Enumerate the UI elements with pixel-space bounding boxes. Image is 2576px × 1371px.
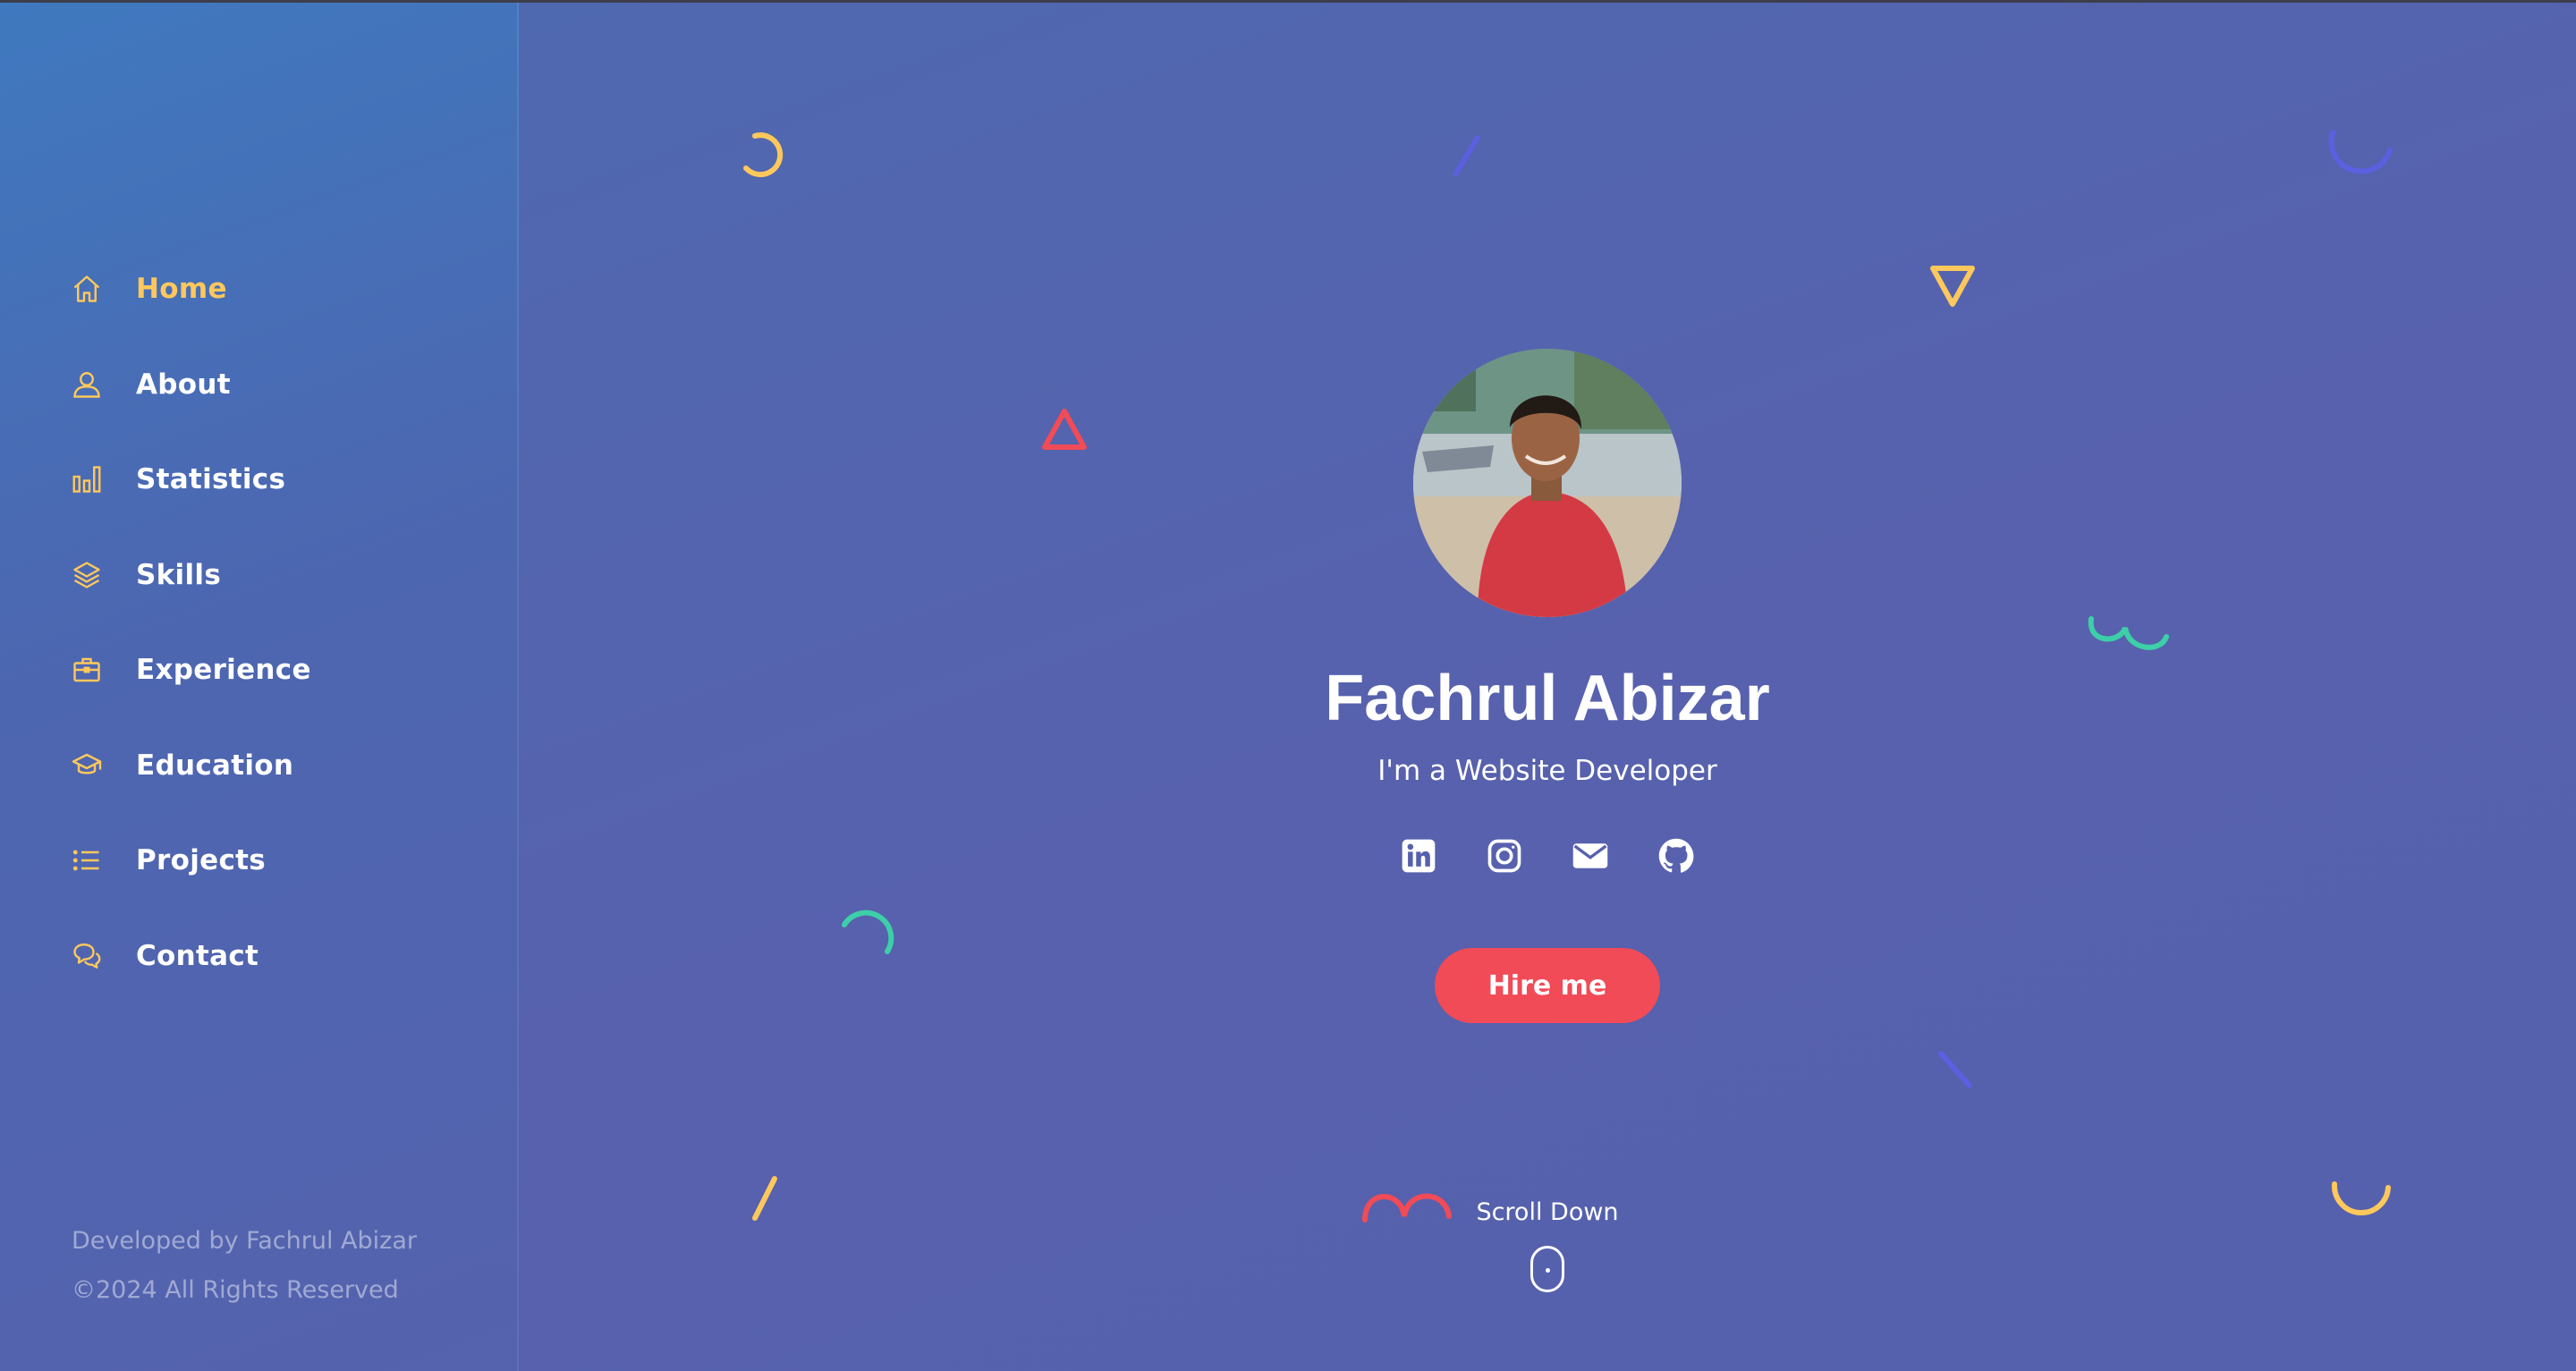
github-icon: [1658, 838, 1694, 873]
developer-credit: Developed by Fachrul Abizar: [72, 1227, 417, 1255]
hero-section: Fachrul Abizar I'm a Website Developer H…: [519, 0, 2576, 1371]
user-icon: [70, 368, 104, 402]
sidebar-item-about[interactable]: About: [70, 337, 311, 433]
linkedin-icon: [1402, 839, 1436, 873]
scroll-down-indicator[interactable]: Scroll Down: [519, 1198, 2576, 1292]
sidebar-item-statistics[interactable]: Statistics: [70, 432, 311, 528]
sidebar-item-skills[interactable]: Skills: [70, 528, 311, 623]
sidebar-item-contact[interactable]: Contact: [70, 909, 311, 1004]
email-link[interactable]: [1568, 834, 1613, 878]
purple-line-shape: [1453, 135, 1480, 176]
sidebar-item-label: About: [136, 368, 231, 401]
linkedin-link[interactable]: [1396, 834, 1441, 878]
sidebar-item-education[interactable]: Education: [70, 718, 311, 814]
purple-arc-shape: [2328, 130, 2393, 174]
sidebar: Home About Statistics Skills Experience: [0, 0, 519, 1371]
bar-chart-icon: [70, 462, 104, 496]
social-links: [519, 834, 2576, 878]
briefcase-icon: [70, 653, 104, 687]
list-icon: [70, 843, 104, 877]
window-top-border: [0, 0, 2576, 3]
sidebar-item-label: Education: [136, 749, 294, 782]
scroll-down-label: Scroll Down: [1476, 1198, 1619, 1226]
yellow-arc-shape: [743, 132, 784, 178]
sidebar-item-projects[interactable]: Projects: [70, 813, 311, 909]
mail-icon: [1572, 843, 1608, 868]
copyright-text: ©2024 All Rights Reserved: [72, 1276, 399, 1304]
instagram-icon: [1487, 839, 1521, 873]
avatar: [1413, 349, 1682, 617]
sidebar-item-label: Experience: [136, 654, 311, 687]
sidebar-item-home[interactable]: Home: [70, 241, 311, 337]
github-link[interactable]: [1654, 834, 1699, 878]
profile-role: I'm a Website Developer: [1377, 755, 1717, 787]
profile: Fachrul Abizar I'm a Website Developer H…: [519, 349, 2576, 1023]
sidebar-item-label: Skills: [136, 558, 222, 591]
yellow-triangle-shape: [1930, 266, 1975, 307]
sidebar-item-experience[interactable]: Experience: [70, 622, 311, 718]
sidebar-item-label: Statistics: [136, 463, 286, 496]
sidebar-item-label: Home: [136, 273, 227, 306]
sidebar-item-label: Projects: [136, 844, 267, 877]
profile-name: Fachrul Abizar: [1325, 663, 1770, 734]
layers-icon: [70, 558, 104, 592]
home-icon: [70, 272, 104, 306]
sidebar-nav: Home About Statistics Skills Experience: [70, 241, 311, 1003]
sidebar-item-label: Contact: [136, 939, 259, 972]
instagram-link[interactable]: [1482, 834, 1527, 878]
graduation-cap-icon: [70, 749, 104, 783]
sidebar-footer: Developed by Fachrul Abizar ©2024 All Ri…: [72, 1216, 417, 1315]
hire-me-button[interactable]: Hire me: [1435, 948, 1660, 1023]
mouse-icon: [1530, 1246, 1564, 1292]
purple-line-shape: [1938, 1051, 1972, 1088]
chat-icon: [70, 939, 104, 973]
